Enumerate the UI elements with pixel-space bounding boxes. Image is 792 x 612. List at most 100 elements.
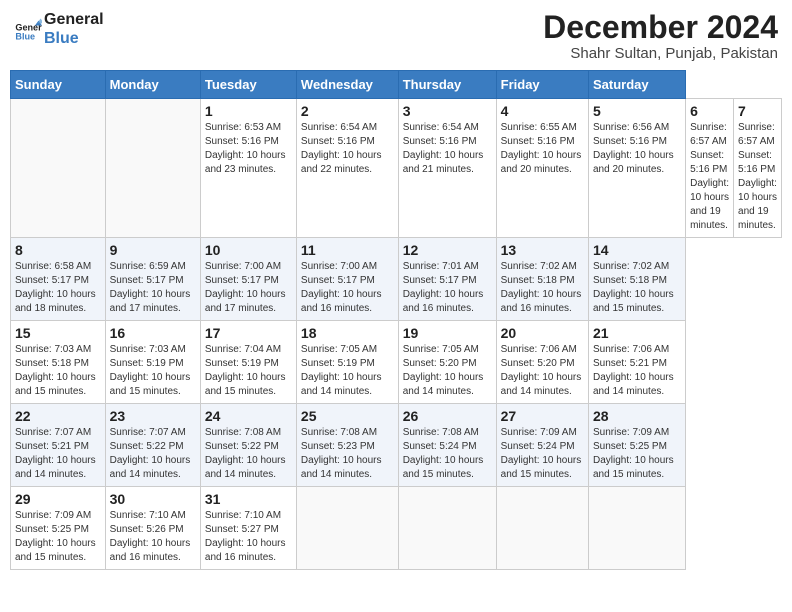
calendar-cell: 19 Sunrise: 7:05 AM Sunset: 5:20 PM Dayli… (398, 321, 496, 404)
day-number: 2 (301, 103, 394, 119)
day-info: Sunrise: 6:53 AM Sunset: 5:16 PM Dayligh… (205, 121, 292, 177)
weekday-header-sunday: Sunday (11, 71, 106, 99)
day-number: 17 (205, 325, 292, 341)
calendar-week-row: 1Sunrise: 6:53 AM Sunset: 5:16 PM Daylig… (11, 99, 782, 238)
calendar-week-row: 15 Sunrise: 7:03 AM Sunset: 5:18 PM Dayli… (11, 321, 782, 404)
calendar-cell: 10 Sunrise: 7:00 AM Sunset: 5:17 PM Dayli… (200, 238, 296, 321)
weekday-header-wednesday: Wednesday (296, 71, 398, 99)
day-number: 26 (403, 408, 492, 424)
calendar-table: SundayMondayTuesdayWednesdayThursdayFrid… (10, 70, 782, 570)
day-number: 11 (301, 242, 394, 258)
day-info: Sunrise: 7:06 AM Sunset: 5:21 PM Dayligh… (593, 343, 681, 399)
calendar-cell: 11 Sunrise: 7:00 AM Sunset: 5:17 PM Dayli… (296, 238, 398, 321)
day-info: Sunrise: 6:54 AM Sunset: 5:16 PM Dayligh… (403, 121, 492, 177)
weekday-header-tuesday: Tuesday (200, 71, 296, 99)
calendar-cell: 13 Sunrise: 7:02 AM Sunset: 5:18 PM Dayli… (496, 238, 588, 321)
calendar-cell: 5 Sunrise: 6:56 AM Sunset: 5:16 PM Daylig… (589, 99, 686, 238)
calendar-cell: 15 Sunrise: 7:03 AM Sunset: 5:18 PM Dayli… (11, 321, 106, 404)
calendar-cell: 21 Sunrise: 7:06 AM Sunset: 5:21 PM Dayli… (589, 321, 686, 404)
title-section: December 2024 Shahr Sultan, Punjab, Paki… (543, 10, 778, 62)
calendar-cell: 12Sunrise: 7:01 AM Sunset: 5:17 PM Dayli… (398, 238, 496, 321)
calendar-cell: 18 Sunrise: 7:05 AM Sunset: 5:19 PM Dayli… (296, 321, 398, 404)
weekday-header-monday: Monday (105, 71, 200, 99)
weekday-header-friday: Friday (496, 71, 588, 99)
day-number: 12 (403, 242, 492, 258)
day-info: Sunrise: 7:07 AM Sunset: 5:22 PM Dayligh… (110, 426, 196, 482)
calendar-header-row: SundayMondayTuesdayWednesdayThursdayFrid… (11, 71, 782, 99)
day-info: Sunrise: 6:56 AM Sunset: 5:16 PM Dayligh… (593, 121, 681, 177)
day-info: Sunrise: 6:57 AM Sunset: 5:16 PM Dayligh… (738, 121, 777, 233)
day-info: Sunrise: 7:04 AM Sunset: 5:19 PM Dayligh… (205, 343, 292, 399)
calendar-cell: 23 Sunrise: 7:07 AM Sunset: 5:22 PM Dayli… (105, 404, 200, 487)
day-info: Sunrise: 6:55 AM Sunset: 5:16 PM Dayligh… (501, 121, 584, 177)
day-number: 4 (501, 103, 584, 119)
day-info: Sunrise: 6:54 AM Sunset: 5:16 PM Dayligh… (301, 121, 394, 177)
day-info: Sunrise: 7:00 AM Sunset: 5:17 PM Dayligh… (301, 260, 394, 316)
day-number: 18 (301, 325, 394, 341)
calendar-cell: 3Sunrise: 6:54 AM Sunset: 5:16 PM Daylig… (398, 99, 496, 238)
day-info: Sunrise: 7:09 AM Sunset: 5:25 PM Dayligh… (15, 509, 101, 565)
calendar-cell: 6Sunrise: 6:57 AM Sunset: 5:16 PM Daylig… (686, 99, 734, 238)
calendar-cell: 31Sunrise: 7:10 AM Sunset: 5:27 PM Dayli… (200, 487, 296, 570)
logo-general: General (44, 10, 104, 29)
day-info: Sunrise: 7:08 AM Sunset: 5:22 PM Dayligh… (205, 426, 292, 482)
calendar-week-row: 22Sunrise: 7:07 AM Sunset: 5:21 PM Dayli… (11, 404, 782, 487)
day-info: Sunrise: 7:03 AM Sunset: 5:19 PM Dayligh… (110, 343, 196, 399)
calendar-week-row: 29Sunrise: 7:09 AM Sunset: 5:25 PM Dayli… (11, 487, 782, 570)
calendar-cell (11, 99, 106, 238)
calendar-cell: 29Sunrise: 7:09 AM Sunset: 5:25 PM Dayli… (11, 487, 106, 570)
month-title: December 2024 (543, 10, 778, 45)
calendar-cell: 1Sunrise: 6:53 AM Sunset: 5:16 PM Daylig… (200, 99, 296, 238)
calendar-cell: 30 Sunrise: 7:10 AM Sunset: 5:26 PM Dayli… (105, 487, 200, 570)
day-info: Sunrise: 7:02 AM Sunset: 5:18 PM Dayligh… (501, 260, 584, 316)
day-info: Sunrise: 6:58 AM Sunset: 5:17 PM Dayligh… (15, 260, 101, 316)
day-number: 28 (593, 408, 681, 424)
day-info: Sunrise: 7:08 AM Sunset: 5:23 PM Dayligh… (301, 426, 394, 482)
page-header: General Blue General Blue December 2024 … (10, 10, 782, 62)
weekday-header-saturday: Saturday (589, 71, 686, 99)
calendar-cell: 25Sunrise: 7:08 AM Sunset: 5:23 PM Dayli… (296, 404, 398, 487)
logo-icon: General Blue (14, 15, 42, 43)
svg-text:Blue: Blue (15, 32, 35, 42)
day-info: Sunrise: 7:09 AM Sunset: 5:25 PM Dayligh… (593, 426, 681, 482)
weekday-header-thursday: Thursday (398, 71, 496, 99)
day-info: Sunrise: 6:59 AM Sunset: 5:17 PM Dayligh… (110, 260, 196, 316)
calendar-cell: 4 Sunrise: 6:55 AM Sunset: 5:16 PM Daylig… (496, 99, 588, 238)
day-number: 14 (593, 242, 681, 258)
day-number: 22 (15, 408, 101, 424)
day-number: 8 (15, 242, 101, 258)
day-number: 24 (205, 408, 292, 424)
day-number: 16 (110, 325, 196, 341)
calendar-cell: 22Sunrise: 7:07 AM Sunset: 5:21 PM Dayli… (11, 404, 106, 487)
day-info: Sunrise: 7:05 AM Sunset: 5:20 PM Dayligh… (403, 343, 492, 399)
day-number: 10 (205, 242, 292, 258)
day-info: Sunrise: 7:06 AM Sunset: 5:20 PM Dayligh… (501, 343, 584, 399)
calendar-cell: 27Sunrise: 7:09 AM Sunset: 5:24 PM Dayli… (496, 404, 588, 487)
day-number: 13 (501, 242, 584, 258)
day-info: Sunrise: 7:05 AM Sunset: 5:19 PM Dayligh… (301, 343, 394, 399)
day-number: 23 (110, 408, 196, 424)
day-info: Sunrise: 7:03 AM Sunset: 5:18 PM Dayligh… (15, 343, 101, 399)
calendar-cell (589, 487, 686, 570)
day-number: 19 (403, 325, 492, 341)
day-number: 6 (690, 103, 729, 119)
calendar-cell: 17 Sunrise: 7:04 AM Sunset: 5:19 PM Dayli… (200, 321, 296, 404)
day-info: Sunrise: 7:10 AM Sunset: 5:26 PM Dayligh… (110, 509, 196, 565)
day-number: 5 (593, 103, 681, 119)
calendar-cell (398, 487, 496, 570)
day-number: 7 (738, 103, 777, 119)
day-info: Sunrise: 7:09 AM Sunset: 5:24 PM Dayligh… (501, 426, 584, 482)
calendar-cell (496, 487, 588, 570)
calendar-cell: 14 Sunrise: 7:02 AM Sunset: 5:18 PM Dayli… (589, 238, 686, 321)
day-info: Sunrise: 7:00 AM Sunset: 5:17 PM Dayligh… (205, 260, 292, 316)
day-number: 21 (593, 325, 681, 341)
location-subtitle: Shahr Sultan, Punjab, Pakistan (543, 45, 778, 62)
calendar-cell (296, 487, 398, 570)
day-number: 31 (205, 491, 292, 507)
logo-blue: Blue (44, 29, 104, 48)
day-number: 15 (15, 325, 101, 341)
day-number: 30 (110, 491, 196, 507)
calendar-cell: 9Sunrise: 6:59 AM Sunset: 5:17 PM Daylig… (105, 238, 200, 321)
calendar-cell: 8 Sunrise: 6:58 AM Sunset: 5:17 PM Daylig… (11, 238, 106, 321)
day-info: Sunrise: 7:02 AM Sunset: 5:18 PM Dayligh… (593, 260, 681, 316)
